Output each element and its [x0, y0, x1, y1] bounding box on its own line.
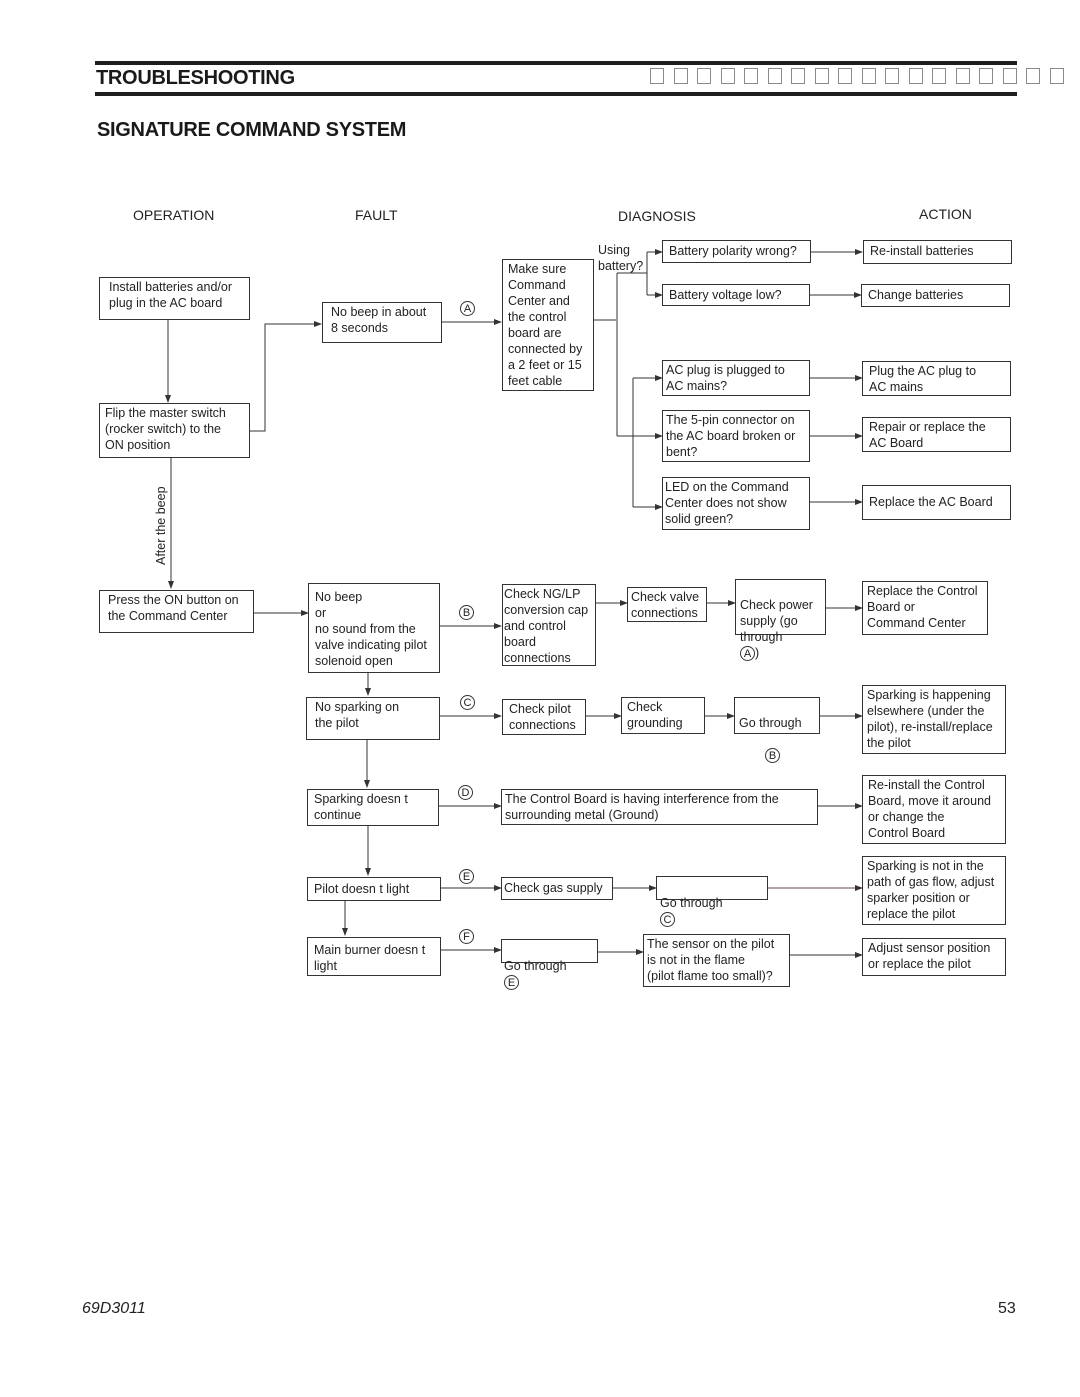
diagnosis-led-not-green: LED on the Command Center does not show … [662, 477, 810, 530]
marker-d: D [458, 785, 473, 800]
marker-a-ref: A [740, 646, 755, 662]
diagnosis-go-through-e: Go through E [501, 939, 598, 991]
diagnosis-make-sure-connected: Make sure Command Center and the control… [502, 259, 594, 391]
diagnosis-sensor-not-in-flame: The sensor on the pilot is not in the fl… [643, 934, 790, 987]
fault-main-burner-doesnt-light: Main burner doesn t light [307, 937, 441, 976]
action-replace-control-board: Replace the Control Board or Command Cen… [862, 581, 988, 635]
diagnosis-interference: The Control Board is having interference… [501, 789, 818, 825]
fault-no-beep-8s: No beep in about 8 seconds [322, 302, 442, 343]
action-change-batteries: Change batteries [861, 284, 1010, 307]
document-number: 69D3011 [82, 1300, 146, 1317]
diagnosis-using-battery-label: Using battery? [598, 243, 644, 273]
marker-c-ref: C [660, 912, 675, 928]
diagnosis-ac-plug: AC plug is plugged to AC mains? [662, 360, 810, 396]
action-repair-ac-board: Repair or replace the AC Board [862, 417, 1011, 452]
diagnosis-check-pilot-connections: Check pilot connections [502, 699, 586, 735]
after-beep-label: After the beep [154, 486, 168, 565]
action-plug-ac: Plug the AC plug to AC mains [862, 361, 1011, 396]
go-through-text: Go through [660, 896, 723, 910]
marker-e: E [459, 869, 474, 884]
check-power-suffix: ) [755, 646, 760, 660]
diagnosis-battery-voltage: Battery voltage low? [662, 284, 810, 306]
action-reinstall-batteries: Re-install batteries [863, 240, 1012, 264]
action-sparking-not-in-path: Sparking is not in the path of gas flow,… [862, 856, 1006, 925]
go-through-text: Go through [739, 716, 802, 730]
diagnosis-5pin-connector: The 5-pin connector on the AC board brok… [662, 410, 810, 462]
arrow-flip-to-no-beep [250, 321, 322, 432]
diagnosis-check-gas-supply: Check gas supply [501, 877, 613, 900]
diagnosis-check-ng-lp: Check NG/LP conversion cap and control b… [502, 584, 596, 666]
fault-no-beep-or-no-sound: No beep or no sound from the valve indic… [308, 583, 440, 673]
marker-a: A [460, 301, 475, 316]
fault-no-sparking: No sparking on the pilot [306, 697, 440, 740]
action-reinstall-control-board: Re-install the Control Board, move it ar… [862, 775, 1006, 844]
action-replace-ac-board: Replace the AC Board [862, 485, 1011, 520]
fault-sparking-doesnt-continue: Sparking doesn t continue [307, 789, 439, 826]
action-adjust-sensor: Adjust sensor position or replace the pi… [862, 938, 1006, 976]
operation-install-batteries: Install batteries and/or plug in the AC … [99, 277, 250, 320]
marker-f: F [459, 929, 474, 944]
page-number: 53 [998, 1300, 1016, 1317]
diagnosis-check-power-supply: Check power supply (go through A) [735, 579, 826, 662]
marker-b: B [459, 605, 474, 620]
diagnosis-check-valve: Check valve connections [627, 587, 707, 622]
diagnosis-check-grounding: Check grounding [621, 697, 705, 734]
diagnosis-go-through-b: Go through B [734, 697, 820, 764]
marker-c: C [460, 695, 475, 710]
diagnosis-battery-polarity: Battery polarity wrong? [662, 240, 811, 263]
fault-pilot-doesnt-light: Pilot doesn t light [307, 877, 441, 901]
marker-e-ref: E [504, 975, 519, 991]
marker-b-ref: B [765, 748, 780, 764]
action-sparking-elsewhere: Sparking is happening elsewhere (under t… [862, 685, 1006, 754]
operation-press-on: Press the ON button on the Command Cente… [99, 590, 254, 633]
diagnosis-go-through-c: Go through C [656, 876, 768, 928]
operation-flip-switch: Flip the master switch (rocker switch) t… [99, 403, 250, 458]
go-through-text: Go through [504, 959, 567, 973]
